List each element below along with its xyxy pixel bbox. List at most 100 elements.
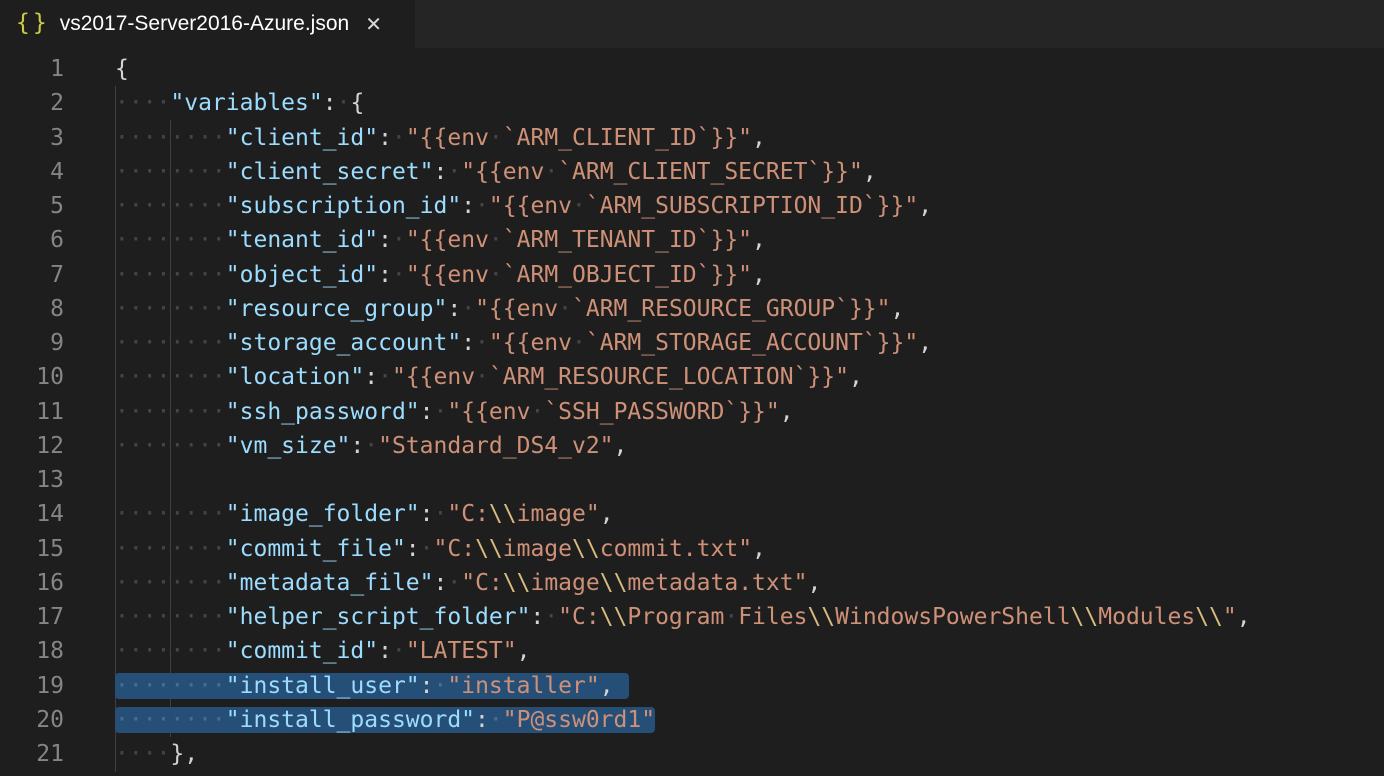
token-key: "subscription_id" bbox=[226, 193, 461, 219]
whitespace-dots: ········ bbox=[115, 638, 226, 664]
whitespace-dots: · bbox=[724, 604, 738, 630]
code-line[interactable]: 15········"commit_file":·"C:\\image\\com… bbox=[0, 532, 1384, 566]
tab-vs2017-server2016-azure-json[interactable]: {} vs2017-Server2016-Azure.json ✕ bbox=[0, 0, 415, 48]
token-key: "object_id" bbox=[226, 262, 378, 288]
token-esc: \\ bbox=[600, 570, 628, 596]
line-number: 14 bbox=[0, 497, 64, 531]
whitespace-dots: ···· bbox=[115, 741, 170, 767]
token-punct: { bbox=[350, 90, 364, 116]
token-key: "ssh_password" bbox=[226, 399, 420, 425]
token-str: commit.txt" bbox=[600, 536, 752, 562]
token-str: image bbox=[530, 570, 599, 596]
tab-close-icon[interactable]: ✕ bbox=[365, 12, 382, 36]
code-line[interactable]: 19········"install_user":·"installer", bbox=[0, 669, 1384, 703]
code-line[interactable]: 18········"commit_id":·"LATEST", bbox=[0, 634, 1384, 668]
token-key: "client_secret" bbox=[226, 159, 434, 185]
code-editor[interactable]: 1{2····"variables":·{3········"client_id… bbox=[0, 48, 1384, 776]
token-punct: : bbox=[364, 364, 378, 390]
token-str: "{{env bbox=[489, 330, 572, 356]
code-line[interactable]: 11········"ssh_password":·"{{env·`SSH_PA… bbox=[0, 395, 1384, 429]
token-key: "commit_file" bbox=[226, 536, 406, 562]
whitespace-dots: · bbox=[475, 330, 489, 356]
code-line[interactable]: 14········"image_folder":·"C:\\image", bbox=[0, 497, 1384, 531]
token-punct: , bbox=[918, 330, 932, 356]
token-key: "resource_group" bbox=[226, 296, 448, 322]
token-esc: \\ bbox=[572, 536, 600, 562]
code-line-content: ····"variables":·{ bbox=[64, 86, 364, 120]
whitespace-dots: ········ bbox=[115, 227, 226, 253]
line-number: 3 bbox=[0, 121, 64, 155]
code-line-content: ········"client_secret":·"{{env·`ARM_CLI… bbox=[64, 155, 877, 189]
token-punct: , bbox=[752, 536, 766, 562]
code-line-content: ········"location":·"{{env·`ARM_RESOURCE… bbox=[64, 360, 863, 394]
whitespace-dots: · bbox=[461, 296, 475, 322]
whitespace-dots: ········ bbox=[115, 262, 226, 288]
whitespace-dots: · bbox=[572, 193, 586, 219]
code-line[interactable]: 7········"object_id":·"{{env·`ARM_OBJECT… bbox=[0, 258, 1384, 292]
selection-highlight: ········"install_user":·"installer", bbox=[115, 673, 629, 699]
code-line-content: ········"object_id":·"{{env·`ARM_OBJECT_… bbox=[64, 258, 766, 292]
whitespace-dots: ········ bbox=[115, 707, 226, 733]
whitespace-dots: · bbox=[489, 262, 503, 288]
tab-label: vs2017-Server2016-Azure.json bbox=[60, 12, 350, 36]
whitespace-dots: · bbox=[434, 673, 448, 699]
token-key: "client_id" bbox=[226, 125, 378, 151]
token-key: "install_password" bbox=[226, 707, 475, 733]
code-line[interactable]: 4········"client_secret":·"{{env·`ARM_CL… bbox=[0, 155, 1384, 189]
code-line[interactable]: 8········"resource_group":·"{{env·`ARM_R… bbox=[0, 292, 1384, 326]
token-punct: : bbox=[530, 604, 544, 630]
code-line-content: ········"metadata_file":·"C:\\image\\met… bbox=[64, 566, 821, 600]
line-number: 11 bbox=[0, 395, 64, 429]
whitespace-dots: ········ bbox=[115, 433, 226, 459]
token-punct: , bbox=[600, 673, 614, 699]
token-str: image" bbox=[517, 501, 600, 527]
line-number: 17 bbox=[0, 600, 64, 634]
code-line[interactable]: 10········"location":·"{{env·`ARM_RESOUR… bbox=[0, 360, 1384, 394]
token-punct: , bbox=[517, 638, 531, 664]
token-str: `ARM_CLIENT_SECRET`}}" bbox=[558, 159, 863, 185]
token-str: "{{env bbox=[406, 262, 489, 288]
code-line[interactable]: 5········"subscription_id":·"{{env·`ARM_… bbox=[0, 189, 1384, 223]
whitespace-dots: · bbox=[434, 399, 448, 425]
token-punct: : bbox=[475, 707, 489, 733]
code-area: 1{2····"variables":·{3········"client_id… bbox=[0, 52, 1384, 771]
code-line[interactable]: 3········"client_id":·"{{env·`ARM_CLIENT… bbox=[0, 121, 1384, 155]
token-str: `ARM_RESOURCE_LOCATION`}}" bbox=[489, 364, 849, 390]
code-line-content: ········"vm_size":·"Standard_DS4_v2", bbox=[64, 429, 627, 463]
code-line-content: ········"resource_group":·"{{env·`ARM_RE… bbox=[64, 292, 904, 326]
whitespace-dots: · bbox=[447, 570, 461, 596]
token-punct: , bbox=[891, 296, 905, 322]
code-line[interactable]: 12········"vm_size":·"Standard_DS4_v2", bbox=[0, 429, 1384, 463]
code-line[interactable]: 21····}, bbox=[0, 737, 1384, 771]
whitespace-dots: · bbox=[420, 536, 434, 562]
code-line[interactable]: 6········"tenant_id":·"{{env·`ARM_TENANT… bbox=[0, 223, 1384, 257]
code-line[interactable]: 9········"storage_account":·"{{env·`ARM_… bbox=[0, 326, 1384, 360]
token-punct: , bbox=[752, 125, 766, 151]
line-number: 13 bbox=[0, 463, 64, 497]
code-line[interactable]: 20········"install_password":·"P@ssw0rd1… bbox=[0, 703, 1384, 737]
code-line[interactable]: 17········"helper_script_folder":·"C:\\P… bbox=[0, 600, 1384, 634]
token-punct: , bbox=[807, 570, 821, 596]
code-line[interactable]: 16········"metadata_file":·"C:\\image\\m… bbox=[0, 566, 1384, 600]
code-line[interactable]: 13 bbox=[0, 463, 1384, 497]
token-str: Modules bbox=[1098, 604, 1195, 630]
code-line[interactable]: 1{ bbox=[0, 52, 1384, 86]
code-line[interactable]: 2····"variables":·{ bbox=[0, 86, 1384, 120]
token-str: `SSH_PASSWORD`}}" bbox=[544, 399, 779, 425]
token-str: `ARM_CLIENT_ID`}}" bbox=[503, 125, 752, 151]
code-line-content: ········"storage_account":·"{{env·`ARM_S… bbox=[64, 326, 932, 360]
whitespace-dots: · bbox=[447, 159, 461, 185]
whitespace-dots: · bbox=[475, 193, 489, 219]
token-str: `ARM_RESOURCE_GROUP`}}" bbox=[572, 296, 891, 322]
token-str: "{{env bbox=[406, 227, 489, 253]
token-punct: : bbox=[378, 125, 392, 151]
token-str: "{{env bbox=[406, 125, 489, 151]
whitespace-dots: ········ bbox=[115, 673, 226, 699]
token-key: "vm_size" bbox=[226, 433, 351, 459]
whitespace-dots: ········ bbox=[115, 570, 226, 596]
token-punct: : bbox=[434, 570, 448, 596]
whitespace-dots: · bbox=[544, 159, 558, 185]
code-line-content bbox=[64, 463, 115, 497]
token-key: "location" bbox=[226, 364, 364, 390]
token-punct: : bbox=[406, 536, 420, 562]
